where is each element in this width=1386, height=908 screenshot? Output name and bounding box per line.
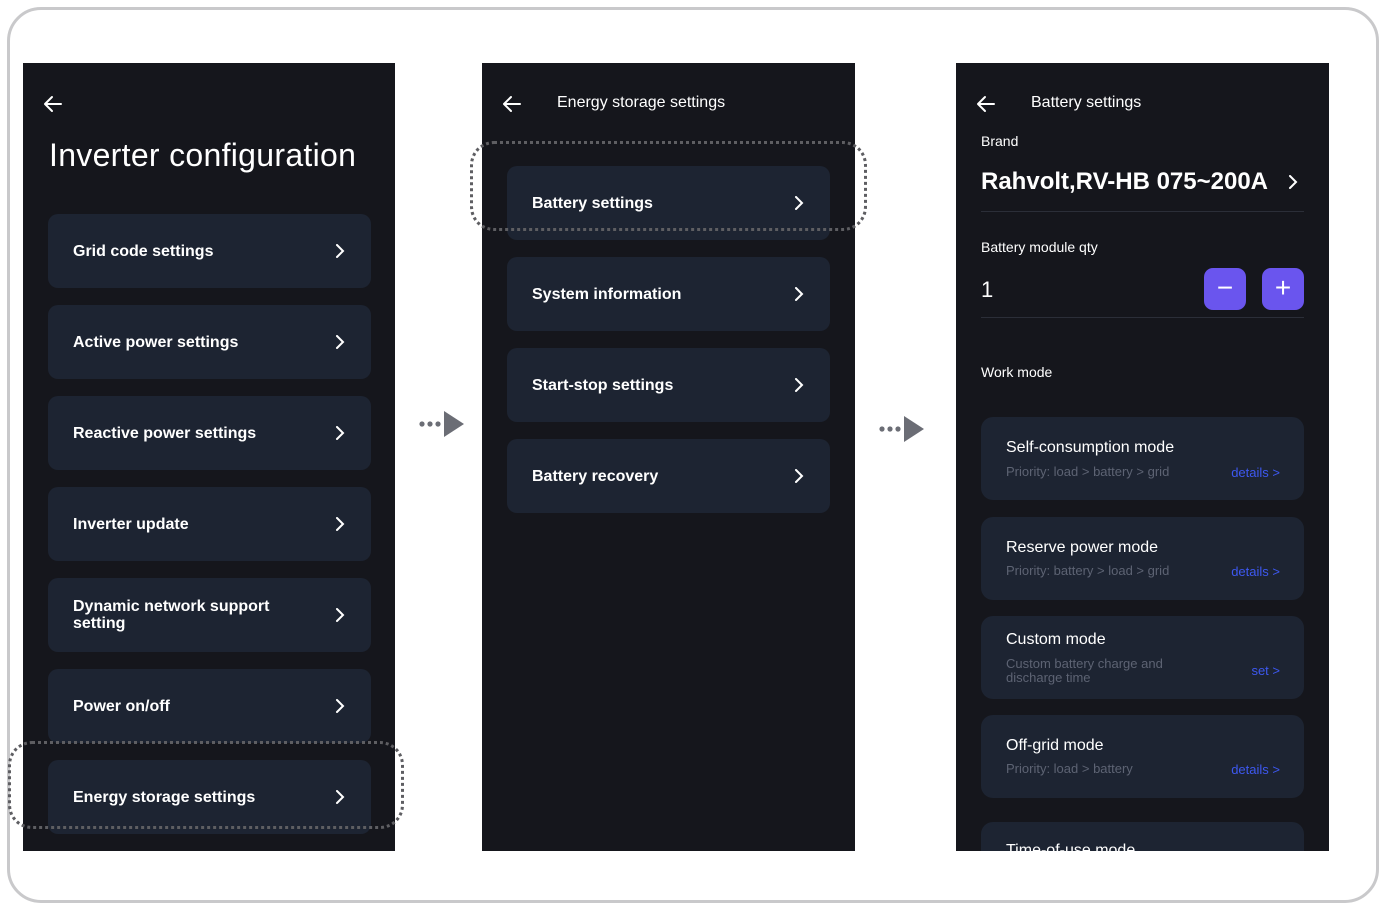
menu-item-label: Inverter update — [73, 515, 189, 533]
menu-item-battery-recovery[interactable]: Battery recovery — [507, 439, 830, 513]
mode-card-reserve-power[interactable]: Reserve power mode Priority: battery > l… — [981, 517, 1304, 600]
battery-module-qty-value: 1 — [981, 277, 994, 302]
work-mode-label: Work mode — [981, 364, 1053, 380]
divider — [981, 317, 1304, 318]
menu-item-dynamic-network-support[interactable]: Dynamic network support setting — [48, 578, 371, 652]
divider — [981, 211, 1304, 212]
mode-title: Self-consumption mode — [1006, 439, 1175, 456]
chevron-right-icon — [336, 426, 345, 440]
chevron-right-icon — [336, 699, 345, 713]
menu-item-start-stop[interactable]: Start-stop settings — [507, 348, 830, 422]
menu-item-active-power[interactable]: Active power settings — [48, 305, 371, 379]
page-title: Energy storage settings — [557, 94, 726, 111]
details-link[interactable]: details > — [1231, 465, 1280, 480]
menu-item-power-on-off[interactable]: Power on/off — [48, 669, 371, 743]
mode-card-custom[interactable]: Custom mode Custom battery charge and di… — [981, 616, 1304, 699]
flow-arrow-icon — [419, 411, 464, 437]
details-link[interactable]: details > — [1231, 762, 1280, 777]
mode-title: Custom mode — [1006, 631, 1106, 648]
mode-card-self-consumption[interactable]: Self-consumption mode Priority: load > b… — [981, 417, 1304, 500]
mode-title: Time-of-use mode — [1006, 842, 1136, 851]
chevron-right-icon — [795, 378, 804, 392]
mode-description: Custom battery charge and discharge time — [1006, 656, 1163, 685]
menu-item-reactive-power[interactable]: Reactive power settings — [48, 396, 371, 470]
page-title: Inverter configuration — [49, 137, 357, 173]
chevron-right-icon — [795, 469, 804, 483]
mode-description: Priority: battery > load > grid — [1006, 563, 1170, 578]
flow-arrow-icon — [879, 416, 924, 442]
mode-description: Priority: load > battery > grid — [1006, 464, 1170, 479]
mode-title: Off-grid mode — [1006, 737, 1104, 754]
highlight-outline — [8, 741, 404, 829]
menu-item-label: Dynamic network support setting — [73, 598, 270, 632]
mode-card-off-grid[interactable]: Off-grid mode Priority: load > battery d… — [981, 715, 1304, 798]
menu-item-label: System information — [532, 285, 682, 303]
menu-item-label: Start-stop settings — [532, 376, 674, 394]
back-arrow-icon[interactable] — [501, 93, 523, 115]
highlight-outline — [470, 141, 867, 231]
menu-item-label: Grid code settings — [73, 242, 214, 260]
battery-module-qty-label: Battery module qty — [981, 239, 1098, 255]
menu-item-system-information[interactable]: System information — [507, 257, 830, 331]
chevron-right-icon — [336, 608, 345, 622]
mode-title: Reserve power mode — [1006, 539, 1159, 556]
chevron-right-icon — [336, 335, 345, 349]
menu-item-label: Reactive power settings — [73, 424, 257, 442]
chevron-right-icon — [336, 517, 345, 531]
decrement-button[interactable]: − — [1204, 268, 1246, 310]
page-title: Battery settings — [1031, 94, 1142, 111]
mode-card-time-of-use[interactable]: Time-of-use mode — [981, 822, 1304, 851]
inverter-configuration-screen: Inverter configuration Grid code setting… — [23, 63, 395, 851]
increment-button[interactable]: + — [1262, 268, 1304, 310]
mode-description: Priority: load > battery — [1006, 761, 1133, 776]
details-link[interactable]: details > — [1231, 564, 1280, 579]
set-link[interactable]: set > — [1251, 663, 1280, 678]
menu-item-grid-code[interactable]: Grid code settings — [48, 214, 371, 288]
chevron-right-icon — [336, 244, 345, 258]
back-arrow-icon[interactable] — [975, 93, 997, 115]
menu-item-label: Power on/off — [73, 697, 170, 715]
chevron-right-icon[interactable] — [1288, 175, 1298, 189]
back-arrow-icon[interactable] — [42, 93, 64, 115]
menu-item-label: Active power settings — [73, 333, 239, 351]
battery-settings-screen: Battery settings Brand Rahvolt,RV-HB 075… — [956, 63, 1329, 851]
chevron-right-icon — [795, 287, 804, 301]
brand-value[interactable]: Rahvolt,RV-HB 075~200A — [981, 168, 1268, 196]
menu-item-label: Battery recovery — [532, 467, 659, 485]
brand-label: Brand — [981, 133, 1019, 149]
menu-item-inverter-update[interactable]: Inverter update — [48, 487, 371, 561]
